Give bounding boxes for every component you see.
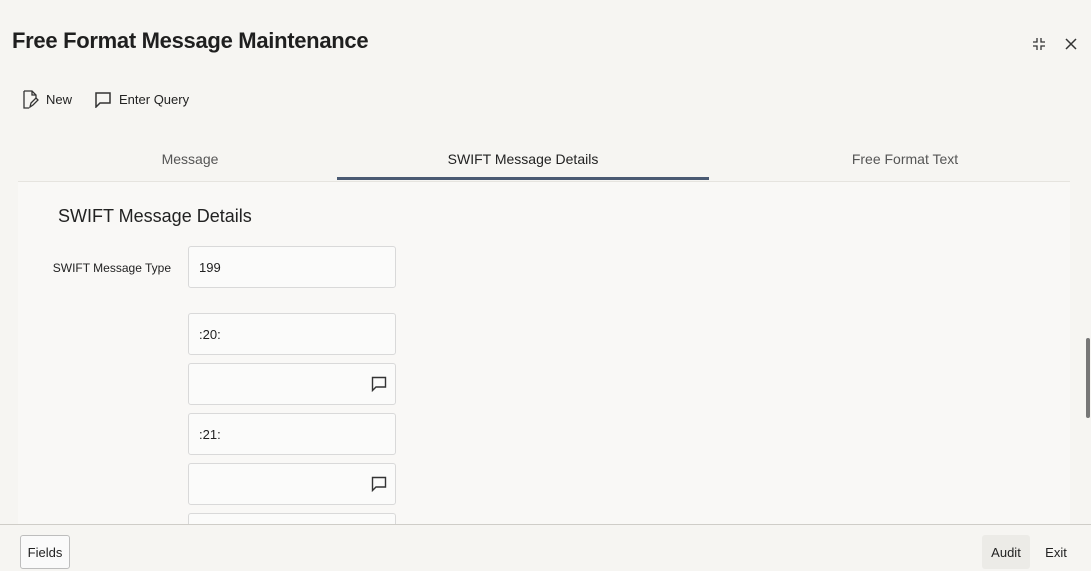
swift-message-type-field[interactable]: 199 xyxy=(188,246,396,288)
swift-message-type-label: SWIFT Message Type xyxy=(52,261,171,275)
fields-button[interactable]: Fields xyxy=(20,535,70,569)
comment-icon[interactable] xyxy=(371,376,387,392)
enter-query-button[interactable]: Enter Query xyxy=(94,91,189,108)
vertical-scrollbar[interactable] xyxy=(1086,338,1090,418)
audit-button[interactable]: Audit xyxy=(982,535,1030,569)
tag-20-field[interactable]: :20: xyxy=(188,313,396,355)
tag-21-field[interactable]: :21: xyxy=(188,413,396,455)
toolbar: New Enter Query xyxy=(22,90,189,109)
close-icon[interactable] xyxy=(1061,34,1081,54)
window-controls xyxy=(1029,34,1081,54)
section-title: SWIFT Message Details xyxy=(58,206,252,226)
swift-message-type-value: 199 xyxy=(199,259,221,275)
tag-21-value: :21: xyxy=(199,426,221,442)
free-format-message-window: Free Format Message Maintenance New Ente… xyxy=(0,0,1091,571)
page-title: Free Format Message Maintenance xyxy=(12,28,369,53)
enter-query-label: Enter Query xyxy=(119,92,190,107)
swift-details-panel: SWIFT Message Details SWIFT Message Type… xyxy=(18,181,1070,524)
next-field-partial[interactable] xyxy=(188,513,396,524)
tag-21-text-field[interactable] xyxy=(188,463,396,505)
tab-message[interactable]: Message xyxy=(40,140,340,178)
tab-swift-message-details[interactable]: SWIFT Message Details xyxy=(337,140,709,180)
query-comment-icon xyxy=(95,92,111,108)
tag-20-value: :20: xyxy=(199,326,221,342)
exit-button[interactable]: Exit xyxy=(1036,535,1076,569)
title-bar: Free Format Message Maintenance xyxy=(0,14,1091,58)
tab-free-format-text[interactable]: Free Format Text xyxy=(750,140,1060,178)
minimize-icon[interactable] xyxy=(1029,34,1049,54)
new-document-icon xyxy=(23,90,39,109)
footer-bar: Fields Audit Exit xyxy=(0,524,1091,571)
new-button[interactable]: New xyxy=(22,90,72,109)
tab-bar: Message SWIFT Message Details Free Forma… xyxy=(0,140,1091,180)
tag-20-text-field[interactable] xyxy=(188,363,396,405)
comment-icon[interactable] xyxy=(371,476,387,492)
new-label: New xyxy=(46,92,73,107)
